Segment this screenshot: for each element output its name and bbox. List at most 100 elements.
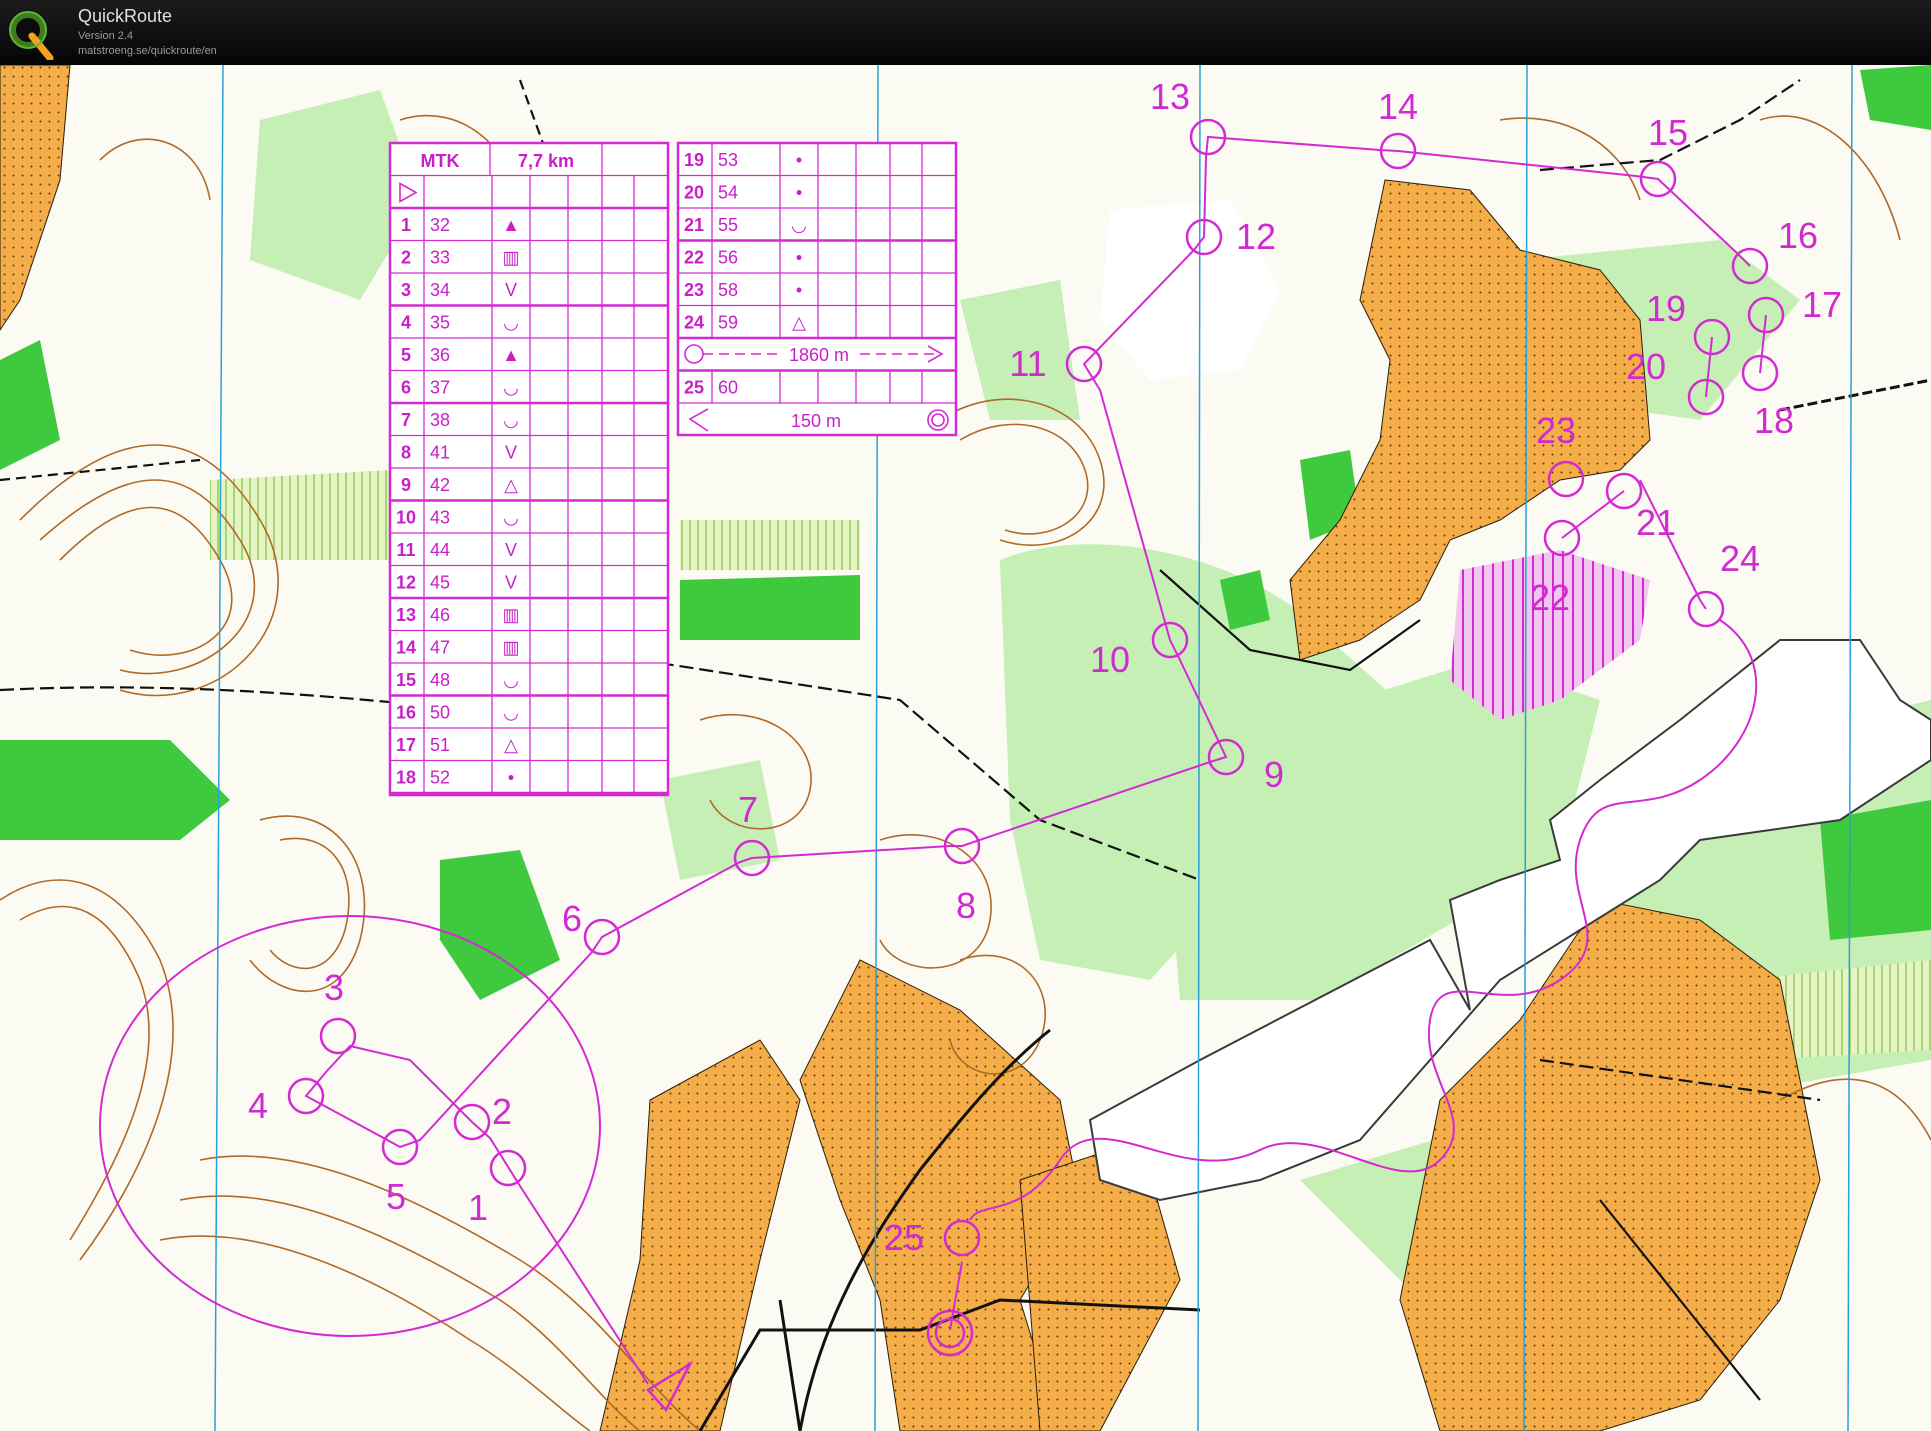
sheet-course-length: 7,7 km	[518, 151, 574, 171]
sheet-control-code: 60	[718, 378, 738, 398]
sheet-feature-symbol: •	[796, 150, 802, 170]
sheet-control-number: 25	[684, 378, 704, 398]
sheet-feature-symbol: ◡	[791, 215, 807, 235]
control-number-label: 5	[386, 1176, 406, 1217]
sheet-control-number: 6	[401, 378, 411, 398]
sheet-feature-symbol: V	[505, 280, 517, 300]
sheet-control-code: 55	[718, 215, 738, 235]
sheet-control-number: 16	[396, 703, 416, 723]
sheet-control-code: 38	[430, 410, 450, 430]
sheet-control-number: 18	[396, 768, 416, 788]
control-number-label: 23	[1536, 410, 1576, 451]
control-number-label: 9	[1264, 754, 1284, 795]
sheet-control-code: 46	[430, 605, 450, 625]
sheet-control-code: 54	[718, 183, 738, 203]
control-number-label: 12	[1236, 216, 1276, 257]
sheet-control-code: 45	[430, 573, 450, 593]
control-number-label: 22	[1530, 577, 1570, 618]
control-number-label: 8	[956, 885, 976, 926]
sheet-control-number: 22	[684, 248, 704, 268]
sheet-feature-symbol: ▲	[502, 215, 520, 235]
control-number-label: 10	[1090, 639, 1130, 680]
sheet-control-code: 56	[718, 248, 738, 268]
sheet-control-number: 14	[396, 638, 416, 658]
sheet-control-code: 43	[430, 508, 450, 528]
sheet-control-number: 21	[684, 215, 704, 235]
sheet-control-number: 20	[684, 183, 704, 203]
sheet-control-number: 24	[684, 313, 704, 333]
sheet-feature-symbol: ◡	[503, 508, 519, 528]
sheet-feature-symbol: ◡	[503, 378, 519, 398]
sheet-control-code: 37	[430, 378, 450, 398]
control-number-label: 14	[1378, 86, 1418, 127]
app-titlebar: QuickRoute Version 2.4 matstroeng.se/qui…	[0, 0, 1931, 65]
sheet-feature-symbol: •	[796, 183, 802, 203]
app-url[interactable]: matstroeng.se/quickroute/en	[78, 45, 217, 57]
sheet-control-code: 48	[430, 670, 450, 690]
control-number-label: 1	[468, 1187, 488, 1228]
sheet-feature-symbol: ▥	[502, 248, 519, 268]
finish-route-length: 150 m	[791, 411, 841, 431]
sheet-control-number: 12	[396, 573, 416, 593]
sheet-control-code: 51	[430, 735, 450, 755]
sheet-feature-symbol: ◡	[503, 410, 519, 430]
sheet-feature-symbol: △	[504, 735, 518, 755]
sheet-control-code: 42	[430, 475, 450, 495]
sheet-control-code: 36	[430, 345, 450, 365]
sheet-control-number: 3	[401, 280, 411, 300]
sheet-feature-symbol: •	[796, 248, 802, 268]
sheet-feature-symbol: ◡	[503, 670, 519, 690]
sheet-feature-symbol: •	[796, 280, 802, 300]
sheet-control-code: 53	[718, 150, 738, 170]
sheet-control-code: 33	[430, 248, 450, 268]
sheet-control-number: 9	[401, 475, 411, 495]
control-number-label: 19	[1646, 288, 1686, 329]
sheet-feature-symbol: ▥	[502, 605, 519, 625]
sheet-control-number: 23	[684, 280, 704, 300]
sheet-control-code: 34	[430, 280, 450, 300]
sheet-feature-symbol: ◡	[503, 703, 519, 723]
sheet-control-code: 35	[430, 313, 450, 333]
sheet-feature-symbol: V	[505, 573, 517, 593]
sheet-feature-symbol: ▥	[502, 638, 519, 658]
sheet-feature-symbol: V	[505, 443, 517, 463]
app-title: QuickRoute	[78, 6, 173, 26]
sheet-control-code: 59	[718, 313, 738, 333]
control-number-label: 16	[1778, 215, 1818, 256]
sheet-control-number: 17	[396, 735, 416, 755]
sheet-feature-symbol: △	[792, 313, 806, 333]
sheet-control-number: 4	[401, 313, 411, 333]
control-number-label: 2	[492, 1091, 512, 1132]
sheet-control-number: 5	[401, 345, 411, 365]
sheet-control-number: 7	[401, 410, 411, 430]
sheet-control-code: 50	[430, 703, 450, 723]
sheet-control-code: 58	[718, 280, 738, 300]
quickroute-logo-icon	[9, 11, 54, 60]
sheet-control-number: 19	[684, 150, 704, 170]
control-number-label: 7	[738, 789, 758, 830]
sheet-control-code: 44	[430, 540, 450, 560]
control-number-label: 11	[1009, 343, 1046, 384]
sheet-control-number: 8	[401, 443, 411, 463]
sheet-control-number: 15	[396, 670, 416, 690]
sheet-control-code: 32	[430, 215, 450, 235]
control-number-label: 17	[1802, 284, 1842, 325]
sheet-control-number: 13	[396, 605, 416, 625]
sheet-control-code: 41	[430, 443, 450, 463]
control-number-label: 20	[1626, 346, 1666, 387]
sheet-control-number: 11	[396, 540, 415, 560]
control-number-label: 6	[562, 898, 582, 939]
sheet-feature-symbol: •	[508, 768, 514, 788]
sheet-feature-symbol: ▲	[502, 345, 520, 365]
control-number-label: 4	[248, 1085, 268, 1126]
taped-route-length: 1860 m	[789, 345, 849, 365]
sheet-feature-symbol: △	[504, 475, 518, 495]
control-number-label: 25	[884, 1217, 924, 1258]
orienteering-map[interactable]: 12345678910111213 14151617181920212223242…	[0, 65, 1931, 1431]
sheet-control-number: 10	[396, 508, 416, 528]
control-number-label: 3	[324, 967, 344, 1008]
sheet-feature-symbol: ◡	[503, 313, 519, 333]
control-number-label: 15	[1648, 112, 1688, 153]
control-number-label: 13	[1150, 76, 1190, 117]
control-number-label: 18	[1754, 400, 1794, 441]
